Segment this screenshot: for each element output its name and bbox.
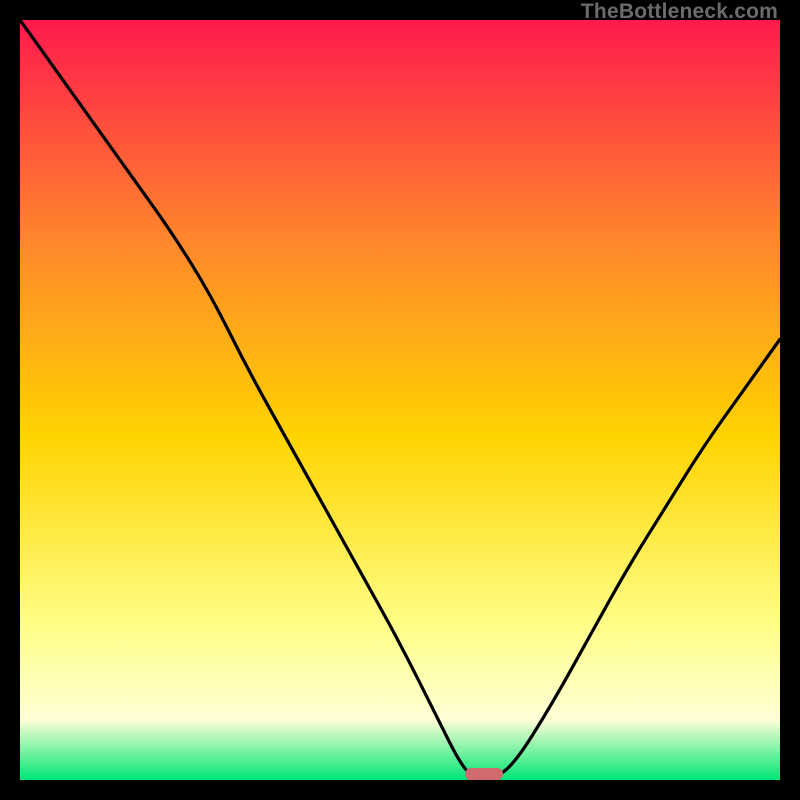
watermark-text: TheBottleneck.com — [581, 0, 778, 24]
chart-frame: TheBottleneck.com — [0, 0, 800, 800]
optimum-marker — [465, 768, 503, 780]
plot-area — [20, 20, 780, 780]
bottleneck-curve — [20, 20, 780, 780]
